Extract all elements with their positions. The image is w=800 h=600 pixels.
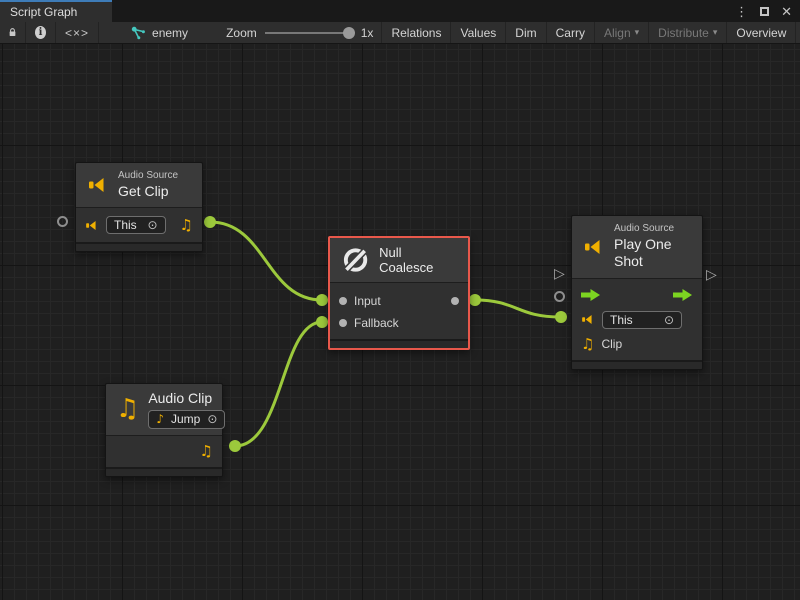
null-coalesce-icon <box>341 245 370 275</box>
node-footer <box>330 339 468 348</box>
node-get-clip[interactable]: Audio Source Get Clip This ⊙ ♫ <box>75 162 203 252</box>
graph-toolbar: i <×> enemy Zoom 1x Relations Values Dim… <box>0 22 800 44</box>
audio-clip-input-icon[interactable]: ♫ <box>581 337 594 352</box>
input-port-row: Input <box>330 290 468 312</box>
target-pick-icon[interactable]: ⊙ <box>664 313 674 327</box>
chevron-down-icon: ▾ <box>713 27 718 38</box>
output-port-row: ♫ <box>106 440 222 463</box>
zoom-slider[interactable] <box>265 22 353 44</box>
get-clip-self-port-icon[interactable] <box>57 216 68 227</box>
flow-in-port-icon[interactable]: ▷ <box>554 267 565 281</box>
values-button[interactable]: Values <box>451 22 506 43</box>
carry-button[interactable]: Carry <box>547 22 595 43</box>
node-header: Null Coalesce <box>330 238 468 283</box>
dim-button[interactable]: Dim <box>506 22 546 43</box>
input-port-label: Input <box>354 294 381 308</box>
clip-value-field[interactable]: ♪ Jump ⊙ <box>148 410 225 429</box>
play-one-shot-self-port-icon[interactable] <box>554 291 565 302</box>
input-port-icon[interactable] <box>339 297 347 305</box>
toolbar-right-buttons: Relations Values Dim Carry Align ▾ Distr… <box>381 22 800 43</box>
audio-source-icon <box>581 313 595 326</box>
graph-canvas[interactable]: Audio Source Get Clip This ⊙ ♫ <box>0 44 800 600</box>
menu-icon[interactable]: ⋮ <box>735 5 748 18</box>
graph-name: enemy <box>152 26 188 40</box>
chevron-down-icon: ▾ <box>635 27 640 38</box>
this-field[interactable]: This ⊙ <box>106 216 166 234</box>
node-header: ♫ Audio Clip ♪ Jump ⊙ <box>106 384 222 436</box>
zoom-slider-track[interactable] <box>265 32 353 34</box>
wire-endpoint[interactable] <box>316 316 328 328</box>
target-pick-icon[interactable]: ⊙ <box>207 412 217 427</box>
node-subtitle: Audio Source <box>118 170 178 183</box>
wire-endpoint[interactable] <box>229 440 241 452</box>
window-controls: ⋮ ✕ <box>735 0 800 22</box>
node-subtitle: Audio Source <box>614 223 691 236</box>
close-icon[interactable]: ✕ <box>781 5 792 18</box>
node-footer <box>572 360 702 369</box>
wire-audioclip-to-fallback[interactable] <box>235 322 322 446</box>
zoom-control: Zoom 1x <box>218 22 381 43</box>
wire-endpoint[interactable] <box>204 216 216 228</box>
zoom-value: 1x <box>361 26 374 40</box>
node-header: Audio Source Play One Shot <box>572 216 702 279</box>
node-header: Audio Source Get Clip <box>76 163 202 208</box>
audio-source-icon <box>583 237 605 257</box>
maximize-icon[interactable] <box>760 7 769 16</box>
node-title: Play One Shot <box>614 236 691 271</box>
wire-endpoint[interactable] <box>316 294 328 306</box>
node-title: Audio Clip <box>148 390 225 408</box>
audio-clip-output-icon[interactable]: ♫ <box>180 218 193 233</box>
output-port-icon[interactable] <box>451 297 459 305</box>
music-note-icon: ♪ <box>156 413 164 425</box>
tab-script-graph[interactable]: Script Graph <box>0 0 112 22</box>
toolbar-spacer <box>99 22 123 43</box>
node-footer <box>106 467 222 476</box>
this-port-row: This ⊙ ♫ <box>76 212 202 238</box>
node-null-coalesce[interactable]: Null Coalesce Input Fallback <box>328 236 470 350</box>
lock-icon <box>9 26 16 39</box>
wire-getclip-to-input[interactable] <box>210 222 322 300</box>
zoom-label: Zoom <box>226 26 257 40</box>
audio-source-icon <box>87 175 109 195</box>
relations-button[interactable]: Relations <box>381 22 451 43</box>
flow-port-row <box>572 283 702 307</box>
graph-breadcrumb[interactable]: enemy <box>123 22 196 43</box>
this-field[interactable]: This ⊙ <box>602 311 682 329</box>
audio-clip-icon: ♫ <box>116 396 139 422</box>
flow-out-port-icon[interactable]: ▷ <box>706 268 717 282</box>
node-audio-clip[interactable]: ♫ Audio Clip ♪ Jump ⊙ ♫ <box>105 383 223 477</box>
lock-button[interactable] <box>0 22 26 43</box>
node-title: Get Clip <box>118 183 178 201</box>
zoom-slider-handle[interactable] <box>343 27 355 39</box>
audio-source-icon <box>85 219 99 232</box>
this-port-row: This ⊙ <box>572 307 702 333</box>
node-footer <box>76 242 202 251</box>
clip-port-row: ♫ Clip <box>572 333 702 356</box>
flow-in-arrow-icon[interactable] <box>581 289 601 301</box>
code-view-button[interactable]: <×> <box>56 22 99 43</box>
info-button[interactable]: i <box>26 22 56 43</box>
info-icon: i <box>35 26 46 39</box>
distribute-button[interactable]: Distribute ▾ <box>649 22 727 43</box>
fallback-port-label: Fallback <box>354 316 399 330</box>
target-pick-icon[interactable]: ⊙ <box>147 218 157 232</box>
node-play-one-shot[interactable]: Audio Source Play One Shot T <box>571 215 703 370</box>
overview-button[interactable]: Overview <box>727 22 796 43</box>
audio-clip-output-icon[interactable]: ♫ <box>200 444 213 459</box>
flow-out-arrow-icon[interactable] <box>673 289 693 301</box>
align-button[interactable]: Align ▾ <box>595 22 649 43</box>
clip-port-label: Clip <box>601 337 622 351</box>
wire-endpoint[interactable] <box>469 294 481 306</box>
wire-endpoint[interactable] <box>555 311 567 323</box>
tab-label: Script Graph <box>10 5 77 19</box>
fallback-port-row: Fallback <box>330 312 468 334</box>
title-bar: Script Graph ⋮ ✕ <box>0 0 800 22</box>
fallback-port-icon[interactable] <box>339 319 347 327</box>
wire-output-to-clip[interactable] <box>475 300 560 317</box>
node-title: Null Coalesce <box>379 245 457 275</box>
code-icon: <×> <box>65 26 89 40</box>
script-graph-icon <box>131 26 146 40</box>
fullscreen-button[interactable]: Full Screen <box>796 22 800 43</box>
